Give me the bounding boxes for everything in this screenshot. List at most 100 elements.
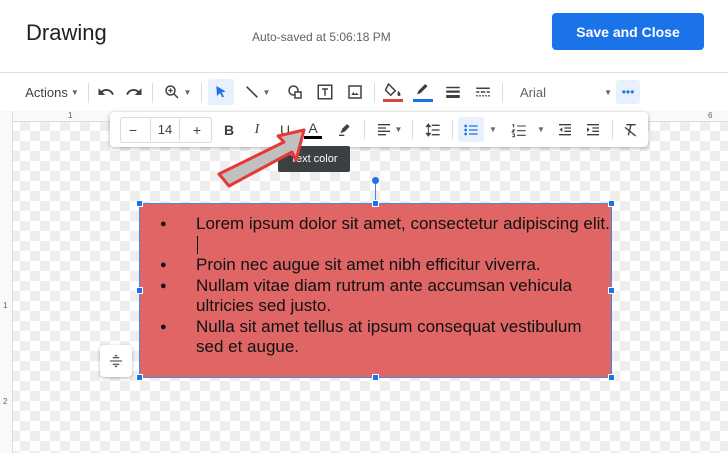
line-tool-button[interactable]: ▼ — [240, 73, 274, 111]
line-spacing-button[interactable] — [420, 117, 446, 142]
ruler-number: 1 — [68, 111, 73, 120]
toolbar-divider — [374, 83, 375, 103]
actions-menu[interactable]: Actions ▼ — [22, 73, 82, 111]
text-cursor — [197, 236, 198, 255]
shape-tool-button[interactable] — [282, 73, 308, 111]
resize-handle-bottom-right[interactable] — [608, 374, 615, 381]
toolbar-divider — [612, 120, 613, 139]
list-item-text: Nullam vitae diam rutrum ante accumsan v… — [196, 275, 573, 316]
undo-icon — [98, 88, 114, 95]
numbered-list-button[interactable] — [506, 117, 532, 142]
numbered-list-icon — [511, 123, 526, 137]
resize-handle-bottom-left[interactable] — [136, 374, 143, 381]
align-left-icon — [377, 123, 390, 135]
clear-formatting-icon — [624, 123, 637, 137]
font-size-input[interactable]: 14 — [150, 118, 180, 141]
fill-color-swatch — [383, 99, 403, 102]
list-item: Nulla sit amet tellus at ipsum consequat… — [160, 317, 610, 358]
clear-formatting-button[interactable] — [618, 117, 644, 142]
header-bar: Drawing Auto-saved at 5:06:18 PM Save an… — [0, 0, 728, 73]
zoom-icon — [164, 85, 179, 99]
rotate-handle[interactable] — [372, 177, 379, 184]
border-dash-icon — [476, 87, 490, 97]
border-color-button[interactable] — [410, 73, 436, 111]
chevron-down-icon: ▼ — [262, 87, 271, 97]
toolbar-divider — [88, 83, 89, 103]
bulleted-list-icon — [464, 124, 478, 135]
ruler-number: 1 — [3, 301, 8, 310]
resize-handle-top-left[interactable] — [136, 200, 143, 207]
list-item-text: Proin nec augue sit amet nibh efficitur … — [196, 255, 541, 274]
highlight-color-button[interactable] — [334, 117, 356, 142]
chevron-down-icon: ▼ — [537, 125, 545, 134]
line-icon — [245, 86, 258, 98]
zoom-button[interactable]: ▼ — [160, 73, 194, 111]
drawing-title: Drawing — [26, 20, 107, 45]
main-toolbar: Actions ▼ ▼ ▼ Arial ▼ ••• — [0, 73, 728, 111]
resize-handle-left[interactable] — [136, 287, 143, 294]
border-dash-button[interactable] — [470, 73, 496, 111]
border-color-swatch — [413, 99, 433, 102]
undo-button[interactable] — [94, 73, 118, 111]
chevron-down-icon: ▼ — [604, 87, 612, 97]
redo-button[interactable] — [122, 73, 146, 111]
shape-icon — [288, 85, 302, 99]
pencil-icon — [417, 84, 428, 95]
text-box-icon — [317, 84, 333, 100]
bulleted-list-button[interactable] — [458, 117, 484, 142]
toolbar-divider — [412, 120, 413, 139]
select-tool-button[interactable] — [208, 79, 234, 105]
toolbar-divider — [201, 83, 202, 103]
fill-color-button[interactable] — [380, 73, 406, 111]
chevron-down-icon: ▼ — [394, 125, 403, 134]
align-button[interactable]: ▼ — [372, 117, 406, 142]
vertical-align-button[interactable] — [100, 345, 132, 377]
image-icon — [348, 85, 362, 99]
toolbar-divider — [152, 83, 153, 103]
chevron-down-icon: ▼ — [489, 125, 497, 134]
list-item: Nullam vitae diam rutrum ante accumsan v… — [160, 276, 610, 317]
border-weight-icon — [446, 86, 460, 98]
more-options-button[interactable]: ••• — [616, 80, 640, 104]
decrease-indent-icon — [559, 123, 571, 135]
save-and-close-button[interactable]: Save and Close — [552, 13, 704, 50]
decrease-indent-button[interactable] — [552, 117, 578, 142]
bullet-style-dropdown[interactable]: ▼ — [486, 117, 500, 142]
annotation-arrow-icon — [217, 128, 306, 188]
bullet-list[interactable]: Lorem ipsum dolor sit amet, consectetur … — [160, 214, 610, 358]
decrease-font-size-button[interactable]: − — [122, 117, 144, 142]
text-box-tool-button[interactable] — [312, 73, 338, 111]
text-format-toolbar: − 14 + B I U A ▼ ▼ ▼ — [110, 112, 648, 147]
font-family-value: Arial — [520, 84, 547, 100]
actions-menu-label: Actions — [25, 84, 68, 100]
line-spacing-icon — [425, 122, 440, 137]
ruler-number: 6 — [708, 111, 713, 120]
vertical-ruler: 1 2 — [0, 111, 13, 453]
increase-indent-button[interactable] — [580, 117, 606, 142]
increase-font-size-button[interactable]: + — [186, 117, 208, 142]
redo-icon — [126, 88, 142, 95]
resize-handle-top[interactable] — [372, 200, 379, 207]
list-item-text: Nulla sit amet tellus at ipsum consequat… — [196, 316, 582, 357]
list-item: Proin nec augue sit amet nibh efficitur … — [160, 255, 610, 276]
cursor-icon — [216, 86, 226, 98]
toolbar-divider — [502, 83, 503, 103]
increase-indent-icon — [587, 123, 599, 135]
ruler-number: 2 — [3, 397, 8, 406]
highlighter-icon — [339, 123, 350, 136]
list-item-text: Lorem ipsum dolor sit amet, consectetur … — [196, 214, 610, 233]
autosave-status: Auto-saved at 5:06:18 PM — [252, 30, 391, 44]
paint-bucket-icon — [384, 82, 401, 97]
font-family-select[interactable]: Arial ▼ — [512, 73, 612, 111]
image-tool-button[interactable] — [342, 73, 368, 111]
resize-handle-top-right[interactable] — [608, 200, 615, 207]
border-weight-button[interactable] — [440, 73, 466, 111]
toolbar-divider — [364, 120, 365, 139]
resize-handle-bottom[interactable] — [372, 374, 379, 381]
list-item: Lorem ipsum dolor sit amet, consectetur … — [160, 214, 610, 255]
toolbar-divider — [452, 120, 453, 139]
chevron-down-icon: ▼ — [183, 87, 192, 97]
vertical-align-icon — [110, 354, 122, 368]
chevron-down-icon: ▼ — [70, 87, 79, 97]
numbering-style-dropdown[interactable]: ▼ — [534, 117, 548, 142]
